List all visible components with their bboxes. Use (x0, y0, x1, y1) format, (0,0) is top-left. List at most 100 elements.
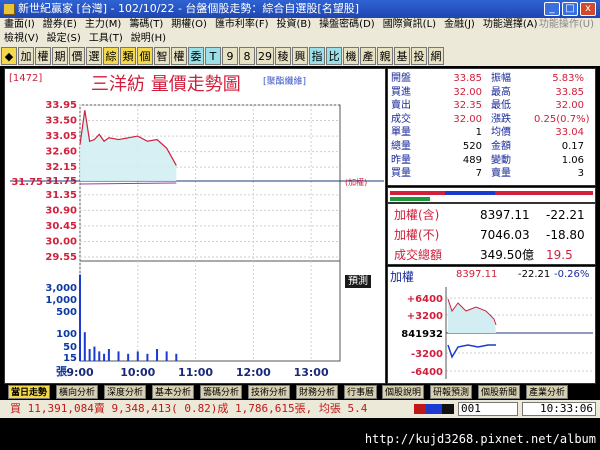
mini-tick-label: -6400 (411, 367, 443, 378)
toolbar-button-24[interactable]: 投 (411, 47, 427, 65)
quote-value: 33.04 (555, 127, 584, 139)
mini-tick-label: -3200 (411, 349, 443, 360)
menu-help[interactable]: 說明(H) (127, 32, 170, 46)
volume-bar (107, 349, 110, 361)
menu-forex[interactable]: 匯市利率(F) (211, 18, 273, 32)
index-value: 8397.11 (480, 208, 530, 222)
price-tick-label: 33.05 (45, 131, 77, 142)
toolbar-button-2[interactable]: 權 (35, 47, 51, 65)
code-input[interactable]: 001 (458, 402, 518, 416)
menu-international[interactable]: 國際資訊(L) (379, 18, 440, 32)
tab-5[interactable]: 技術分析 (248, 385, 291, 399)
toolbar-button-8[interactable]: 個 (137, 47, 153, 65)
quote-row: 昨量 489 變動 1.06 (388, 155, 597, 167)
mini-tick-label: +6400 (407, 294, 443, 305)
toolbar-button-6[interactable]: 綜 (103, 47, 119, 65)
mini-index-chart[interactable]: 加權 8397.11 -22.21 -0.26% +6400 +3200 84193… (387, 266, 596, 384)
tab-4[interactable]: 籌碼分析 (200, 385, 243, 399)
index-panel: 加權(含) 8397.11 -22.21 加權(不) 7046.03 -18.80 成交總額… (387, 203, 596, 265)
volume-bar (156, 349, 159, 361)
toolbar-button-20[interactable]: 機 (343, 47, 359, 65)
toolbar-button-16[interactable]: 稜 (275, 47, 291, 65)
toolbar-button-0[interactable]: ◆ (1, 47, 17, 65)
menu-main-force[interactable]: 主力(M) (81, 18, 125, 32)
tab-2[interactable]: 深度分析 (104, 385, 147, 399)
toolbar-button-22[interactable]: 親 (377, 47, 393, 65)
mini-area (448, 299, 496, 333)
footer: http://kujd3268.pixnet.net/album (0, 420, 600, 450)
toolbar-button-4[interactable]: 價 (69, 47, 85, 65)
menu-screen[interactable]: 畫面(I) (0, 18, 39, 32)
preview-button[interactable]: 預測 (345, 275, 371, 288)
toolbar-button-10[interactable]: 權 (171, 47, 187, 65)
toolbar-button-21[interactable]: 產 (360, 47, 376, 65)
menu-securities[interactable]: 證券(E) (39, 18, 81, 32)
volume-bar (98, 351, 101, 361)
tab-3[interactable]: 基本分析 (152, 385, 195, 399)
toolbar-button-7[interactable]: 類 (120, 47, 136, 65)
tab-11[interactable]: 產業分析 (526, 385, 569, 399)
volume-bar (93, 346, 96, 361)
toolbar-button-11[interactable]: 委 (188, 47, 204, 65)
toolbar-button-3[interactable]: 期 (52, 47, 68, 65)
toolbar-button-12[interactable]: T (205, 47, 221, 65)
tab-8[interactable]: 個股說明 (382, 385, 425, 399)
volume-tick-label: 15 (63, 353, 77, 364)
menu-operations[interactable]: 功能操作(U) (535, 18, 598, 32)
quote-label: 振幅 (491, 73, 511, 84)
toolbar-button-23[interactable]: 基 (394, 47, 410, 65)
app-icon (3, 3, 15, 15)
toolbar-button-9[interactable]: 智 (154, 47, 170, 65)
menu-trading-code[interactable]: 操盤密碼(D) (315, 18, 379, 32)
quote-row: 賣出 32.35 最低 32.00 (388, 100, 597, 112)
toolbar-button-25[interactable]: 網 (428, 47, 444, 65)
menu-options[interactable]: 期權(O) (167, 18, 211, 32)
price-tick-label: 33.50 (45, 116, 77, 127)
quote-label: 單量 (391, 127, 411, 139)
tab-10[interactable]: 個股新聞 (478, 385, 521, 399)
tab-1[interactable]: 橫向分析 (56, 385, 99, 399)
menu-functions[interactable]: 功能選擇(A) (479, 18, 542, 32)
menu-chips[interactable]: 籌碼(T) (125, 18, 167, 32)
volume-unit-label: 張 (56, 365, 68, 378)
menu-investment[interactable]: 投資(B) (273, 18, 316, 32)
maximize-button[interactable]: □ (562, 2, 578, 16)
toolbar-button-19[interactable]: 比 (326, 47, 342, 65)
average-price-line (79, 182, 177, 185)
window-title: 新世紀贏家 [台灣] - 102/10/22 - 台盤個股走勢：綜合自選股[名望… (18, 2, 359, 15)
toolbar-button-18[interactable]: 指 (309, 47, 325, 65)
menu-finance[interactable]: 金融(J) (440, 18, 479, 32)
tab-7[interactable]: 行事曆 (344, 385, 378, 399)
toolbar-button-5[interactable]: 選 (86, 47, 102, 65)
toolbar-button-13[interactable]: 9 (222, 47, 238, 65)
clock: 10:33:06 (522, 402, 596, 416)
index-label: 成交總額 (394, 248, 443, 262)
volume-bar (165, 351, 168, 361)
minimize-button[interactable]: _ (544, 2, 560, 16)
close-button[interactable]: x (580, 2, 596, 16)
toolbar-button-17[interactable]: 興 (292, 47, 308, 65)
tab-9[interactable]: 研報預測 (430, 385, 473, 399)
time-tick-label: 10:00 (120, 366, 155, 379)
reference-price-label: 31.75 (11, 177, 43, 188)
toolbar: ◆ 加權期價選綜類個智權委 T 9 8 29 稜興指比機產親基投網 (0, 46, 600, 66)
index-change: -18.80 (546, 228, 585, 242)
chart-panel: [1472] 三洋紡 量價走勢圖 [聚酯纖維] 33.95 33.50 33.05 3… (4, 68, 386, 384)
index-row: 加權(含) 8397.11 -22.21 (388, 206, 597, 224)
quote-label: 買量 (391, 168, 411, 180)
volume-bar (88, 349, 91, 361)
time-tick-label: 12:00 (236, 366, 271, 379)
toolbar-button-14[interactable]: 8 (239, 47, 255, 65)
menu-settings[interactable]: 設定(S) (43, 32, 85, 46)
toolbar-button-1[interactable]: 加 (18, 47, 34, 65)
tab-0[interactable]: 當日走勢 (8, 385, 51, 399)
tab-6[interactable]: 財務分析 (296, 385, 339, 399)
volume-bar (83, 332, 86, 361)
menu-view[interactable]: 檢視(V) (0, 32, 43, 46)
menu-tools[interactable]: 工具(T) (85, 32, 127, 46)
menu-bar-main: 畫面(I) 證券(E) 主力(M) 籌碼(T) 期權(O) 匯市利率(F) 投資(B) 操盤密… (0, 18, 600, 32)
price-tick-label: 33.95 (45, 100, 77, 111)
price-volume-chart[interactable]: 33.95 33.50 33.05 32.60 32.1531.7531.35 30.90… (5, 69, 387, 385)
toolbar-button-15[interactable]: 29 (256, 47, 274, 65)
quote-label: 均價 (491, 127, 511, 139)
